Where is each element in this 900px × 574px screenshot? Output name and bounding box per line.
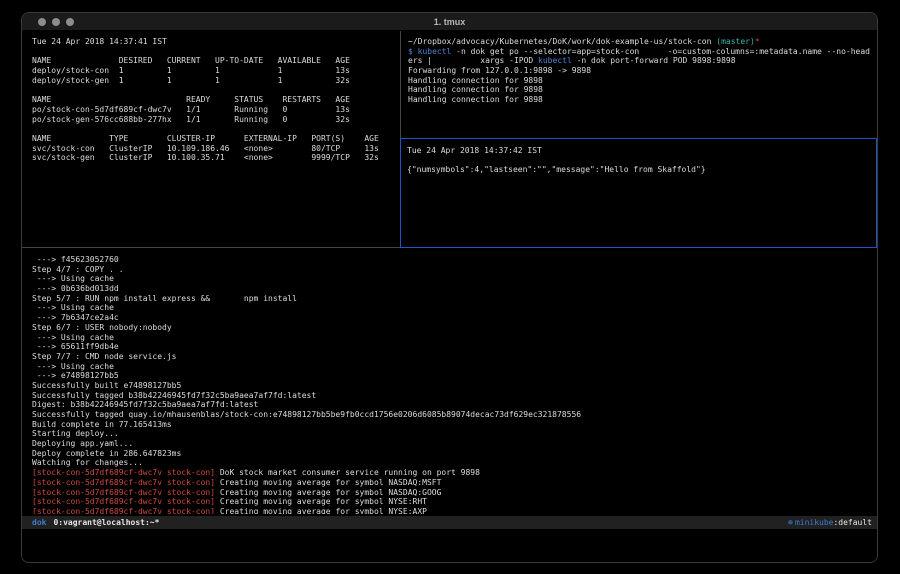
kubernetes-icon: ☸ [788,518,793,527]
pane-divider-vertical[interactable] [400,31,401,138]
pane-port-forward[interactable]: ~/Dropbox/advocacy/Kubernetes/DoK/work/d… [402,31,875,137]
window-titlebar: 1. tmux [22,13,877,31]
terminal-window: 1. tmux Tue 24 Apr 2018 14:37:41 ISTNAME… [21,12,878,563]
session-name: dok [32,518,46,527]
window-tab[interactable]: 0:vagrant@localhost:~* [53,518,159,527]
status-right: ☸ minikube :default [788,518,872,527]
k8s-context: minikube [795,518,834,527]
pane-skaffold-probe[interactable]: Tue 24 Apr 2018 14:37:42 IST{"numsymbols… [400,138,877,248]
window-title: 1. tmux [22,13,877,31]
port-forward-output: ~/Dropbox/advocacy/Kubernetes/DoK/work/d… [408,37,870,105]
tmux-session: Tue 24 Apr 2018 14:37:41 ISTNAME DESIRED… [22,31,877,562]
pane-kubectl-watch[interactable]: Tue 24 Apr 2018 14:37:41 ISTNAME DESIRED… [22,31,399,247]
pane-build-log[interactable]: ---> f45623052760Step 4/7 : COPY . . ---… [22,248,877,514]
screen: 1. tmux Tue 24 Apr 2018 14:37:41 ISTNAME… [0,0,900,574]
build-log-output: ---> f45623052760Step 4/7 : COPY . . ---… [32,255,877,514]
kubectl-watch-output: Tue 24 Apr 2018 14:37:41 ISTNAME DESIRED… [32,37,399,163]
skaffold-probe-output: Tue 24 Apr 2018 14:37:42 IST{"numsymbols… [407,146,876,175]
tmux-status-bar: dok 0:vagrant@localhost:~* ☸ minikube :d… [22,516,877,529]
k8s-namespace: :default [833,518,872,527]
